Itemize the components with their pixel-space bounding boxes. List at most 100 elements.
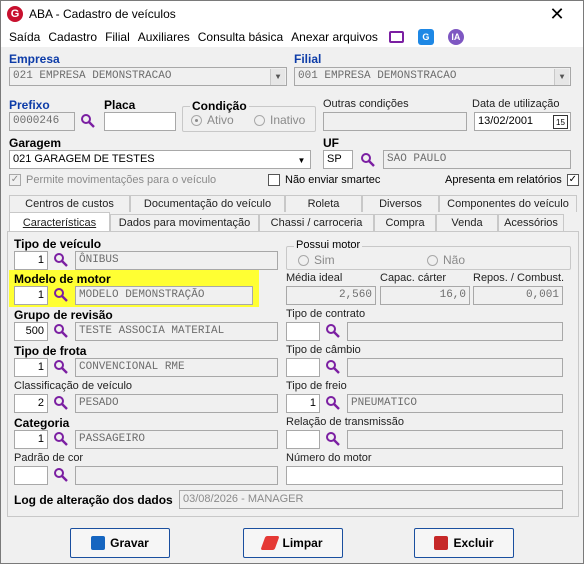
tipo-freio-search-icon[interactable] (325, 395, 341, 411)
garagem-select[interactable]: 021 GARAGEM DE TESTES ▼ (9, 150, 311, 169)
capac-carter-label: Capac. cárter (380, 272, 447, 284)
uf-name-field: SAO PAULO (383, 150, 571, 169)
tab-centros-de-custos[interactable]: Centros de custos (9, 195, 130, 212)
tab-acessorios[interactable]: Acessórios (498, 214, 564, 231)
classificacao-desc: PESADO (75, 394, 278, 413)
gravar-button[interactable]: Gravar (70, 528, 170, 558)
tipo-freio-desc: PNEUMATICO (347, 394, 563, 413)
radio-ativo[interactable]: Ativo (191, 113, 234, 127)
data-utilizacao-input[interactable]: 13/02/2001 15 (474, 112, 571, 131)
calendar-icon[interactable]: 15 (553, 115, 568, 129)
uf-label: UF (323, 136, 339, 150)
categoria-code[interactable]: 1 (14, 430, 48, 449)
g-app-icon[interactable]: G (417, 29, 434, 45)
menu-consulta-basica[interactable]: Consulta básica (194, 30, 287, 44)
tab-caracteristicas[interactable]: Características (9, 212, 110, 232)
modelo-motor-search-icon[interactable] (53, 287, 69, 303)
padrao-cor-code[interactable] (14, 466, 48, 485)
menu-anexar-arquivos[interactable]: Anexar arquivos (287, 30, 382, 44)
possui-motor-label: Possui motor (294, 239, 363, 251)
checkbox-box (268, 174, 280, 186)
close-icon[interactable]: ✕ (547, 4, 567, 25)
monitor-icon[interactable] (388, 31, 404, 43)
nao-enviar-smartec-label: Não enviar smartec (285, 174, 381, 186)
permite-movimentacoes-checkbox[interactable]: ✓ Permite movimentações para o veículo (9, 174, 216, 186)
radio-possui-motor-nao[interactable]: Não (427, 253, 465, 267)
excluir-button[interactable]: Excluir (414, 528, 514, 558)
tipo-veiculo-label: Tipo de veículo (14, 237, 102, 251)
uf-search-icon[interactable] (360, 152, 376, 168)
relacao-transmissao-code[interactable] (286, 430, 320, 449)
apresenta-relatorios-checkbox[interactable]: ✓ Apresenta em relatórios (445, 174, 579, 186)
grupo-revisao-code[interactable]: 500 (14, 322, 48, 341)
tab-documentacao-veiculo[interactable]: Documentação do veículo (130, 195, 285, 212)
menu-cadastro[interactable]: Cadastro (44, 30, 101, 44)
categoria-desc: PASSAGEIRO (75, 430, 278, 449)
placa-input[interactable] (104, 112, 176, 131)
numero-motor-input[interactable] (286, 466, 563, 485)
tab-row-2: Características Dados para movimentação … (9, 212, 564, 232)
modelo-motor-desc: MODELO DEMONSTRAÇÃO (75, 286, 253, 305)
menu-saida[interactable]: Saída (5, 30, 44, 44)
excluir-label: Excluir (453, 536, 494, 550)
classificacao-code[interactable]: 2 (14, 394, 48, 413)
vehicle-registration-window: G ABA - Cadastro de veículos ✕ Saída Cad… (0, 0, 584, 564)
radio-inativo[interactable]: Inativo (254, 113, 305, 127)
grupo-revisao-label: Grupo de revisão (14, 308, 113, 322)
grupo-revisao-search-icon[interactable] (53, 323, 69, 339)
tipo-veiculo-search-icon[interactable] (53, 252, 69, 268)
tipo-cambio-label: Tipo de câmbio (286, 344, 361, 356)
menu-filial[interactable]: Filial (101, 30, 134, 44)
padrao-cor-search-icon[interactable] (53, 467, 69, 483)
relacao-transmissao-label: Relação de transmissão (286, 416, 405, 428)
limpar-button[interactable]: Limpar (243, 528, 343, 558)
permite-movimentacoes-label: Permite movimentações para o veículo (26, 174, 217, 186)
tipo-cambio-code[interactable] (286, 358, 320, 377)
radio-dot (298, 254, 309, 266)
tipo-contrato-code[interactable] (286, 322, 320, 341)
ia-icon[interactable]: IA (447, 29, 464, 45)
tipo-cambio-search-icon[interactable] (325, 359, 341, 375)
outras-condicoes-input[interactable] (323, 112, 467, 131)
prefixo-search-icon[interactable] (80, 113, 96, 129)
title-bar: G ABA - Cadastro de veículos ✕ (1, 1, 583, 27)
prefixo-input[interactable]: 0000246 (9, 112, 75, 131)
empresa-select[interactable]: 021 EMPRESA DEMONSTRACAO ▼ (9, 67, 287, 86)
tab-dados-movimentacao[interactable]: Dados para movimentação (110, 214, 259, 231)
categoria-search-icon[interactable] (53, 431, 69, 447)
tab-diversos[interactable]: Diversos (362, 195, 439, 212)
tab-venda[interactable]: Venda (436, 214, 498, 231)
classificacao-label: Classificação de veículo (14, 380, 133, 392)
chevron-down-icon: ▼ (270, 69, 285, 85)
tab-componentes-veiculo[interactable]: Componentes do veículo (439, 195, 577, 212)
check-mark-icon: ✓ (566, 174, 579, 186)
padrao-cor-label: Padrão de cor (14, 452, 84, 464)
repos-combust-label: Repos. / Combust. (473, 272, 565, 284)
window-title: ABA - Cadastro de veículos (29, 7, 176, 21)
garagem-label: Garagem (9, 136, 62, 150)
filial-select[interactable]: 001 EMPRESA DEMONSTRACAO ▼ (294, 67, 571, 86)
tipo-freio-code[interactable]: 1 (286, 394, 320, 413)
radio-possui-motor-sim[interactable]: Sim (298, 253, 335, 267)
modelo-motor-code[interactable]: 1 (14, 286, 48, 305)
padrao-cor-desc (75, 466, 278, 485)
tab-roleta[interactable]: Roleta (285, 195, 362, 212)
check-mark-icon: ✓ (9, 174, 21, 186)
tipo-frota-search-icon[interactable] (53, 359, 69, 375)
tab-compra[interactable]: Compra (374, 214, 436, 231)
menu-auxiliares[interactable]: Auxiliares (134, 30, 194, 44)
chevron-down-icon: ▼ (554, 69, 569, 85)
data-utilizacao-label: Data de utilização (472, 98, 560, 110)
radio-dot (254, 114, 265, 126)
classificacao-search-icon[interactable] (53, 395, 69, 411)
tipo-frota-code[interactable]: 1 (14, 358, 48, 377)
tipo-contrato-search-icon[interactable] (325, 323, 341, 339)
uf-input[interactable]: SP (323, 150, 353, 169)
nao-enviar-smartec-checkbox[interactable]: Não enviar smartec (268, 174, 380, 186)
categoria-label: Categoria (14, 416, 70, 430)
radio-dot (191, 114, 202, 126)
tab-chassi-carroceria[interactable]: Chassi / carroceria (259, 214, 374, 231)
relacao-transmissao-search-icon[interactable] (325, 431, 341, 447)
tipo-veiculo-code[interactable]: 1 (14, 251, 48, 270)
filial-label: Filial (294, 52, 322, 66)
